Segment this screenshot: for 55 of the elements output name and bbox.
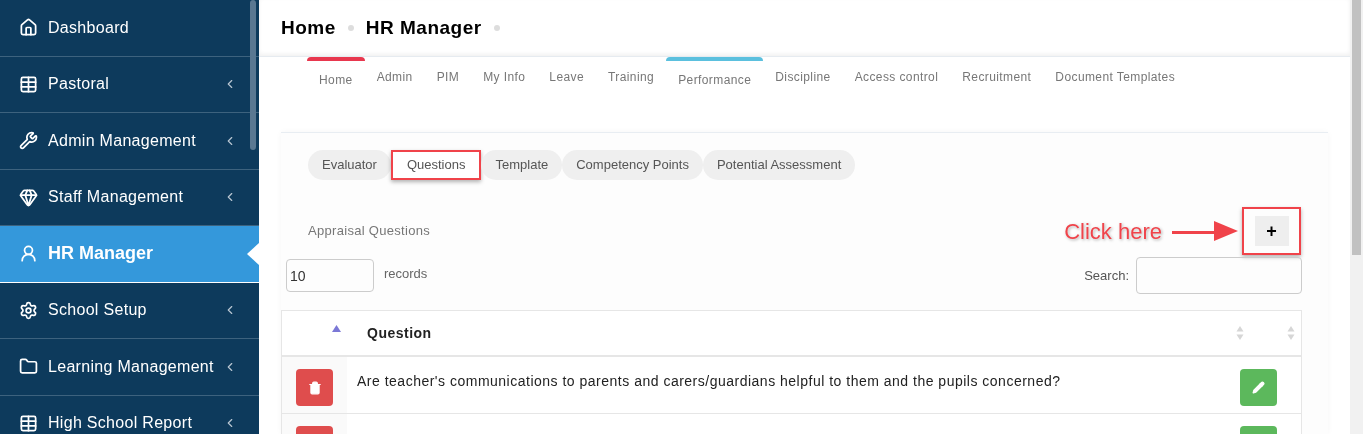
sidebar-item[interactable]: High School Report — [0, 395, 259, 434]
module-tab[interactable]: Training — [596, 57, 667, 99]
sidebar-label: School Setup — [48, 300, 147, 321]
active-pointer-icon — [247, 243, 259, 265]
question-text: Are teacher's communications to parents and carers/guardians helpful to them and the pupils concerned? — [357, 373, 1061, 389]
search-field[interactable] — [1136, 257, 1302, 294]
wrench-icon — [19, 131, 38, 151]
table-icon — [19, 413, 38, 433]
sidebar-label: HR Manager — [48, 242, 154, 266]
annotation-label: Click here — [1064, 217, 1162, 246]
module-tab[interactable]: Leave — [537, 57, 597, 99]
trash-icon — [307, 380, 322, 395]
section-title: Appraisal Questions — [308, 222, 431, 241]
breadcrumb-item[interactable]: Home — [281, 13, 336, 43]
sub-tab[interactable]: Questions — [390, 150, 482, 180]
records-label: records — [384, 264, 428, 283]
module-tab[interactable]: Access control — [842, 57, 951, 99]
arrow-icon — [1170, 218, 1240, 244]
sub-tab[interactable]: Template — [481, 150, 563, 180]
folder-icon — [19, 357, 38, 377]
sub-tab[interactable]: Evaluator — [308, 150, 391, 180]
sort-icon — [1236, 325, 1244, 341]
sidebar-label: Staff Management — [48, 187, 184, 208]
column-header[interactable]: Question — [367, 322, 432, 344]
gem-icon — [19, 187, 38, 207]
sidebar-label: Admin Management — [48, 130, 196, 151]
search-label: Search: — [1084, 266, 1129, 285]
module-tab[interactable]: Admin — [364, 57, 425, 99]
sidebar-item[interactable]: School Setup — [0, 282, 259, 339]
sub-tab[interactable]: Competency Points — [562, 150, 703, 180]
module-tab[interactable]: PIM — [424, 57, 472, 99]
sidebar-label: High School Report — [48, 413, 193, 434]
pencil-icon — [1252, 381, 1265, 394]
module-tab[interactable]: Home — [307, 57, 365, 99]
module-tab[interactable]: Performance — [666, 57, 764, 99]
module-tab[interactable]: Recruitment — [950, 57, 1044, 99]
module-tab[interactable]: Document Templates — [1043, 57, 1188, 99]
add-button[interactable]: + — [1242, 207, 1301, 255]
records-field[interactable]: 10 — [286, 259, 374, 292]
breadcrumb-item[interactable]: HR Manager — [365, 13, 482, 43]
user-icon — [19, 244, 38, 264]
module-tab[interactable]: Discipline — [763, 57, 843, 99]
sidebar-label: Pastoral — [48, 74, 110, 95]
sidebar-item[interactable]: Learning Management — [0, 339, 259, 396]
home-icon — [19, 18, 38, 38]
sidebar-label: Learning Management — [48, 356, 214, 377]
module-tab[interactable]: My Info — [471, 57, 538, 99]
settings-icon — [19, 300, 38, 320]
edit-button[interactable] — [1240, 369, 1277, 406]
sidebar-label: Dashboard — [48, 17, 129, 38]
sort-icon — [1287, 325, 1295, 341]
table-icon — [19, 74, 38, 94]
sort-ascending-icon[interactable] — [332, 324, 341, 332]
delete-button[interactable] — [296, 369, 333, 406]
sub-tab[interactable]: Potential Assessment — [702, 150, 856, 180]
